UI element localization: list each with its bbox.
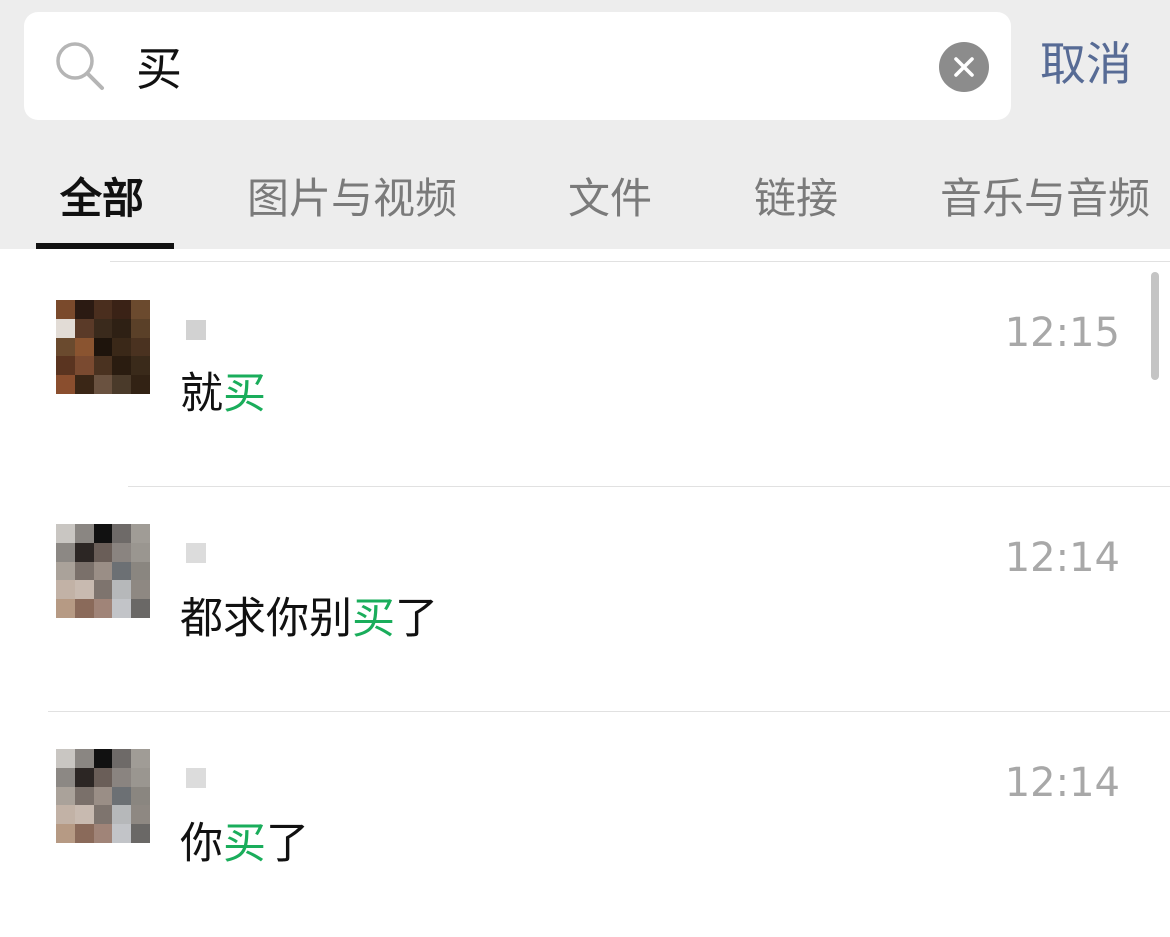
sender-name-redacted [186, 320, 206, 340]
tab-all[interactable]: 全部 [60, 172, 144, 226]
clear-icon [954, 57, 974, 77]
search-icon [54, 40, 106, 92]
result-item[interactable]: 12:14 都求你别买了 [0, 487, 1170, 712]
tab-music-audio[interactable]: 音乐与音频 [940, 172, 1150, 226]
search-input[interactable] [136, 38, 916, 94]
tab-images-videos[interactable]: 图片与视频 [247, 172, 457, 226]
search-match-highlight: 买 [352, 594, 395, 644]
search-match-highlight: 买 [223, 369, 266, 419]
message-text: 你买了 [180, 819, 309, 869]
message-text: 就买 [180, 369, 266, 419]
filter-tabs: 全部 图片与视频 文件 链接 音乐与音频 [0, 150, 1170, 249]
result-item[interactable]: 12:15 就买 [0, 262, 1170, 487]
tab-files[interactable]: 文件 [568, 172, 652, 226]
message-time: 12:14 [1004, 760, 1120, 806]
message-text: 都求你别买了 [180, 594, 438, 644]
message-time: 12:14 [1004, 535, 1120, 581]
active-tab-indicator [36, 243, 174, 249]
search-header: 取消 全部 图片与视频 文件 链接 音乐与音频 [0, 0, 1170, 249]
message-time: 12:15 [1004, 310, 1120, 356]
clear-search-button[interactable] [939, 42, 989, 92]
avatar [56, 300, 150, 394]
scrollbar[interactable] [1151, 272, 1159, 380]
tab-links[interactable]: 链接 [754, 172, 838, 226]
cancel-button[interactable]: 取消 [1040, 36, 1132, 92]
avatar [56, 749, 150, 843]
search-match-highlight: 买 [223, 819, 266, 869]
sender-name-redacted [186, 543, 206, 563]
sender-name-redacted [186, 768, 206, 788]
avatar [56, 524, 150, 618]
result-item[interactable]: 12:14 你买了 [0, 712, 1170, 937]
search-bar [24, 12, 1011, 120]
